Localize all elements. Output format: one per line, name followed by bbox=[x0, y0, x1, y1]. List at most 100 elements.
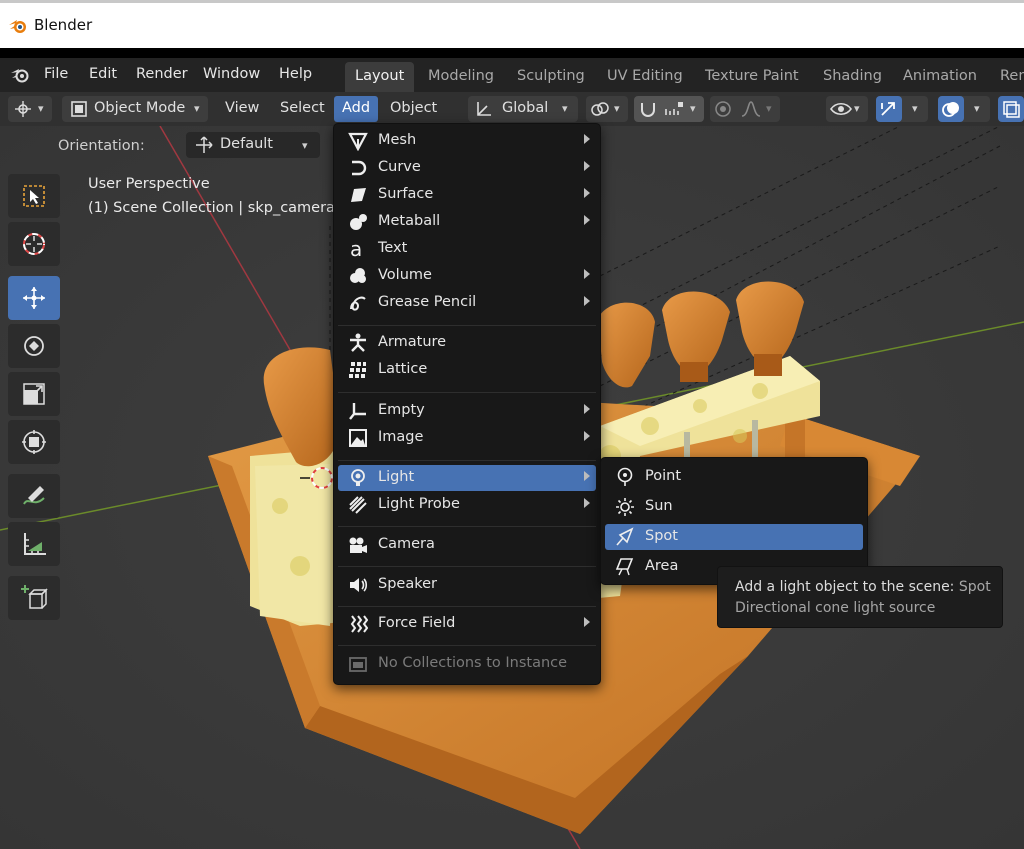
pivot-point-icon bbox=[591, 102, 609, 116]
overlays-dropdown[interactable]: ▾ bbox=[938, 96, 990, 122]
visibility-dropdown[interactable]: ▾ bbox=[826, 96, 868, 122]
svg-text:a: a bbox=[350, 239, 362, 259]
proportional-edit-icon bbox=[715, 101, 731, 117]
add-menu-item-light[interactable]: Light bbox=[338, 465, 596, 491]
transform-orientation-dropdown[interactable]: Global ▾ bbox=[468, 96, 578, 122]
tab-texture-paint[interactable]: Texture Paint bbox=[695, 62, 809, 92]
tooltip-description: Directional cone light source bbox=[735, 600, 936, 616]
add-menu-item-camera[interactable]: Camera bbox=[338, 532, 596, 558]
submenu-arrow-icon bbox=[584, 498, 590, 508]
chevron-down-icon: ▾ bbox=[912, 102, 918, 115]
blender-menu-icon[interactable] bbox=[10, 66, 30, 84]
sun-light-icon bbox=[616, 498, 634, 516]
mesh-icon bbox=[348, 132, 368, 151]
overlays-icon bbox=[942, 102, 959, 117]
menu-window[interactable]: Window bbox=[203, 66, 260, 82]
add-menu-item-armature[interactable]: Armature bbox=[338, 330, 596, 356]
viewport-collection-label: (1) Scene Collection | skp_camera_A bbox=[88, 200, 334, 216]
light-item-sun[interactable]: Sun bbox=[605, 494, 863, 520]
tab-modeling[interactable]: Modeling bbox=[418, 62, 504, 92]
object-mode-icon bbox=[71, 101, 87, 117]
tool-transform[interactable] bbox=[8, 420, 60, 464]
tool-select-box[interactable] bbox=[8, 174, 60, 218]
curve-icon bbox=[352, 160, 367, 176]
menu-view[interactable]: View bbox=[225, 100, 259, 116]
submenu-arrow-icon bbox=[584, 215, 590, 225]
snap-toggle[interactable]: ▾ bbox=[634, 96, 704, 122]
viewport-perspective-label: User Perspective bbox=[88, 176, 210, 192]
tool-rotate[interactable] bbox=[8, 324, 60, 368]
menu-select[interactable]: Select bbox=[280, 100, 325, 116]
add-menu-item-surface[interactable]: Surface bbox=[338, 182, 596, 208]
menu-separator bbox=[338, 526, 596, 527]
add-menu-item-image[interactable]: Image bbox=[338, 425, 596, 451]
tool-add-cube[interactable] bbox=[8, 576, 60, 620]
submenu-arrow-icon bbox=[584, 617, 590, 627]
submenu-arrow-icon bbox=[584, 296, 590, 306]
light-item-spot[interactable]: Spot bbox=[605, 524, 863, 550]
chevron-down-icon: ▾ bbox=[302, 139, 308, 152]
menu-render[interactable]: Render bbox=[136, 66, 188, 82]
tab-uv-editing[interactable]: UV Editing bbox=[597, 62, 693, 92]
chevron-down-icon: ▾ bbox=[854, 102, 860, 115]
tool-annotate[interactable] bbox=[8, 474, 60, 518]
light-item-point[interactable]: Point bbox=[605, 464, 863, 490]
xray-icon bbox=[1003, 101, 1020, 118]
armature-icon bbox=[350, 333, 366, 352]
menu-add[interactable]: Add bbox=[334, 96, 379, 122]
window-title: Blender bbox=[34, 16, 93, 34]
add-menu-item-light-probe[interactable]: Light Probe bbox=[338, 492, 596, 518]
tab-sculpting[interactable]: Sculpting bbox=[507, 62, 595, 92]
light-item-label: Spot bbox=[645, 528, 678, 544]
magnet-icon bbox=[641, 103, 655, 117]
add-menu: Mesh Curve Surface Metaball a Text Volum… bbox=[333, 123, 601, 685]
menu-separator bbox=[338, 645, 596, 646]
submenu-arrow-icon bbox=[584, 134, 590, 144]
tool-scale[interactable] bbox=[8, 372, 60, 416]
pivot-point-dropdown[interactable]: ▾ bbox=[586, 96, 628, 122]
orientation-dropdown[interactable]: Default ▾ bbox=[186, 132, 320, 158]
tool-cursor[interactable] bbox=[8, 222, 60, 266]
empty-icon bbox=[349, 403, 366, 420]
editor-type-icon bbox=[15, 101, 31, 117]
light-item-label: Point bbox=[645, 468, 682, 484]
transform-icon bbox=[22, 430, 46, 454]
menu-help[interactable]: Help bbox=[279, 66, 312, 82]
collection-icon bbox=[349, 657, 367, 672]
light-item-label: Area bbox=[645, 558, 679, 574]
tooltip-title-prefix: Add a light object to the scene: bbox=[735, 579, 955, 595]
submenu-arrow-icon bbox=[584, 188, 590, 198]
tool-measure[interactable] bbox=[8, 522, 60, 566]
add-menu-label: Text bbox=[378, 240, 408, 256]
measure-icon bbox=[24, 533, 46, 555]
tab-layout[interactable]: Layout bbox=[345, 62, 415, 92]
add-menu-item-grease-pencil[interactable]: Grease Pencil bbox=[338, 290, 596, 316]
tool-move[interactable] bbox=[8, 276, 60, 320]
xray-toggle[interactable] bbox=[998, 96, 1024, 122]
add-menu-item-speaker[interactable]: Speaker bbox=[338, 572, 596, 598]
add-menu-item-empty[interactable]: Empty bbox=[338, 398, 596, 424]
add-menu-item-lattice[interactable]: Lattice bbox=[338, 357, 596, 383]
proportional-edit-toggle[interactable]: ▾ bbox=[710, 96, 780, 122]
orientation-default-icon bbox=[196, 136, 213, 153]
add-menu-item-text[interactable]: a Text bbox=[338, 236, 596, 262]
tab-shading[interactable]: Shading bbox=[813, 62, 892, 92]
tab-animation[interactable]: Animation bbox=[893, 62, 987, 92]
chevron-down-icon: ▾ bbox=[974, 102, 980, 115]
object-mode-dropdown[interactable]: Object Mode ▾ bbox=[62, 96, 208, 122]
transform-orientation-label: Global bbox=[502, 100, 549, 116]
add-menu-item-force-field[interactable]: Force Field bbox=[338, 611, 596, 637]
chevron-down-icon: ▾ bbox=[614, 102, 620, 115]
editor-type-button[interactable]: ▾ bbox=[8, 96, 52, 122]
gizmo-dropdown[interactable]: ▾ bbox=[876, 96, 928, 122]
tab-rendering[interactable]: Ren bbox=[990, 62, 1024, 92]
add-menu-item-volume[interactable]: Volume bbox=[338, 263, 596, 289]
add-menu-item-metaball[interactable]: Metaball bbox=[338, 209, 596, 235]
menu-object[interactable]: Object bbox=[390, 100, 437, 116]
add-menu-item-mesh[interactable]: Mesh bbox=[338, 128, 596, 154]
add-menu-item-curve[interactable]: Curve bbox=[338, 155, 596, 181]
menu-file[interactable]: File bbox=[44, 66, 68, 82]
menu-edit[interactable]: Edit bbox=[89, 66, 117, 82]
spot-light-icon bbox=[616, 527, 634, 546]
submenu-arrow-icon bbox=[584, 431, 590, 441]
